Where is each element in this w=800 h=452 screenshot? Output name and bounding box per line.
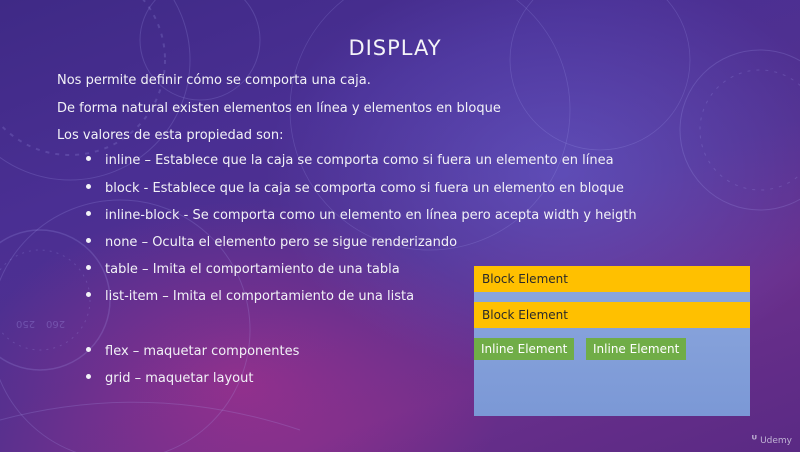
bullet-icon <box>86 238 91 243</box>
inline-element-2: Inline Element <box>586 338 687 360</box>
list-item-text: grid – maquetar layout <box>105 371 254 386</box>
bullet-icon <box>86 347 91 352</box>
list-item-text: block - Establece que la caja se comport… <box>105 181 624 196</box>
list-item-text: none – Oculta el elemento pero se sigue … <box>105 235 458 250</box>
bullet-icon <box>86 292 91 297</box>
list-item-flex: flex – maquetar componentes <box>86 344 299 359</box>
list-item-inline-block: inline-block - Se comporta como un eleme… <box>86 208 637 223</box>
display-demo-container: Block Element Block Element Inline Eleme… <box>474 266 750 416</box>
bullet-icon <box>86 156 91 161</box>
bullet-icon <box>86 265 91 270</box>
inline-element-1: Inline Element <box>474 338 575 360</box>
list-item-text: list-item – Imita el comportamiento de u… <box>105 289 415 304</box>
list-item-table: table – Imita el comportamiento de una t… <box>86 262 400 277</box>
list-item-block: block - Establece que la caja se comport… <box>86 181 624 196</box>
list-item-inline: inline – Establece que la caja se compor… <box>86 153 614 168</box>
list-item-grid: grid – maquetar layout <box>86 371 253 386</box>
bullet-icon <box>86 211 91 216</box>
list-item-text: table – Imita el comportamiento de una t… <box>105 262 400 277</box>
block-element-1: Block Element <box>474 266 750 292</box>
watermark-text: Udemy <box>760 436 792 446</box>
udemy-logo-icon: ᵁ <box>751 433 758 446</box>
udemy-watermark: ᵁ Udemy <box>751 433 792 446</box>
list-item-text: inline – Establece que la caja se compor… <box>105 153 614 168</box>
list-item-text: flex – maquetar componentes <box>105 344 300 359</box>
bullet-icon <box>86 374 91 379</box>
block-element-2: Block Element <box>474 302 750 328</box>
bullet-icon <box>86 184 91 189</box>
list-item-text: inline-block - Se comporta como un eleme… <box>105 208 637 223</box>
list-item-list-item: list-item – Imita el comportamiento de u… <box>86 289 414 304</box>
list-item-none: none – Oculta el elemento pero se sigue … <box>86 235 457 250</box>
